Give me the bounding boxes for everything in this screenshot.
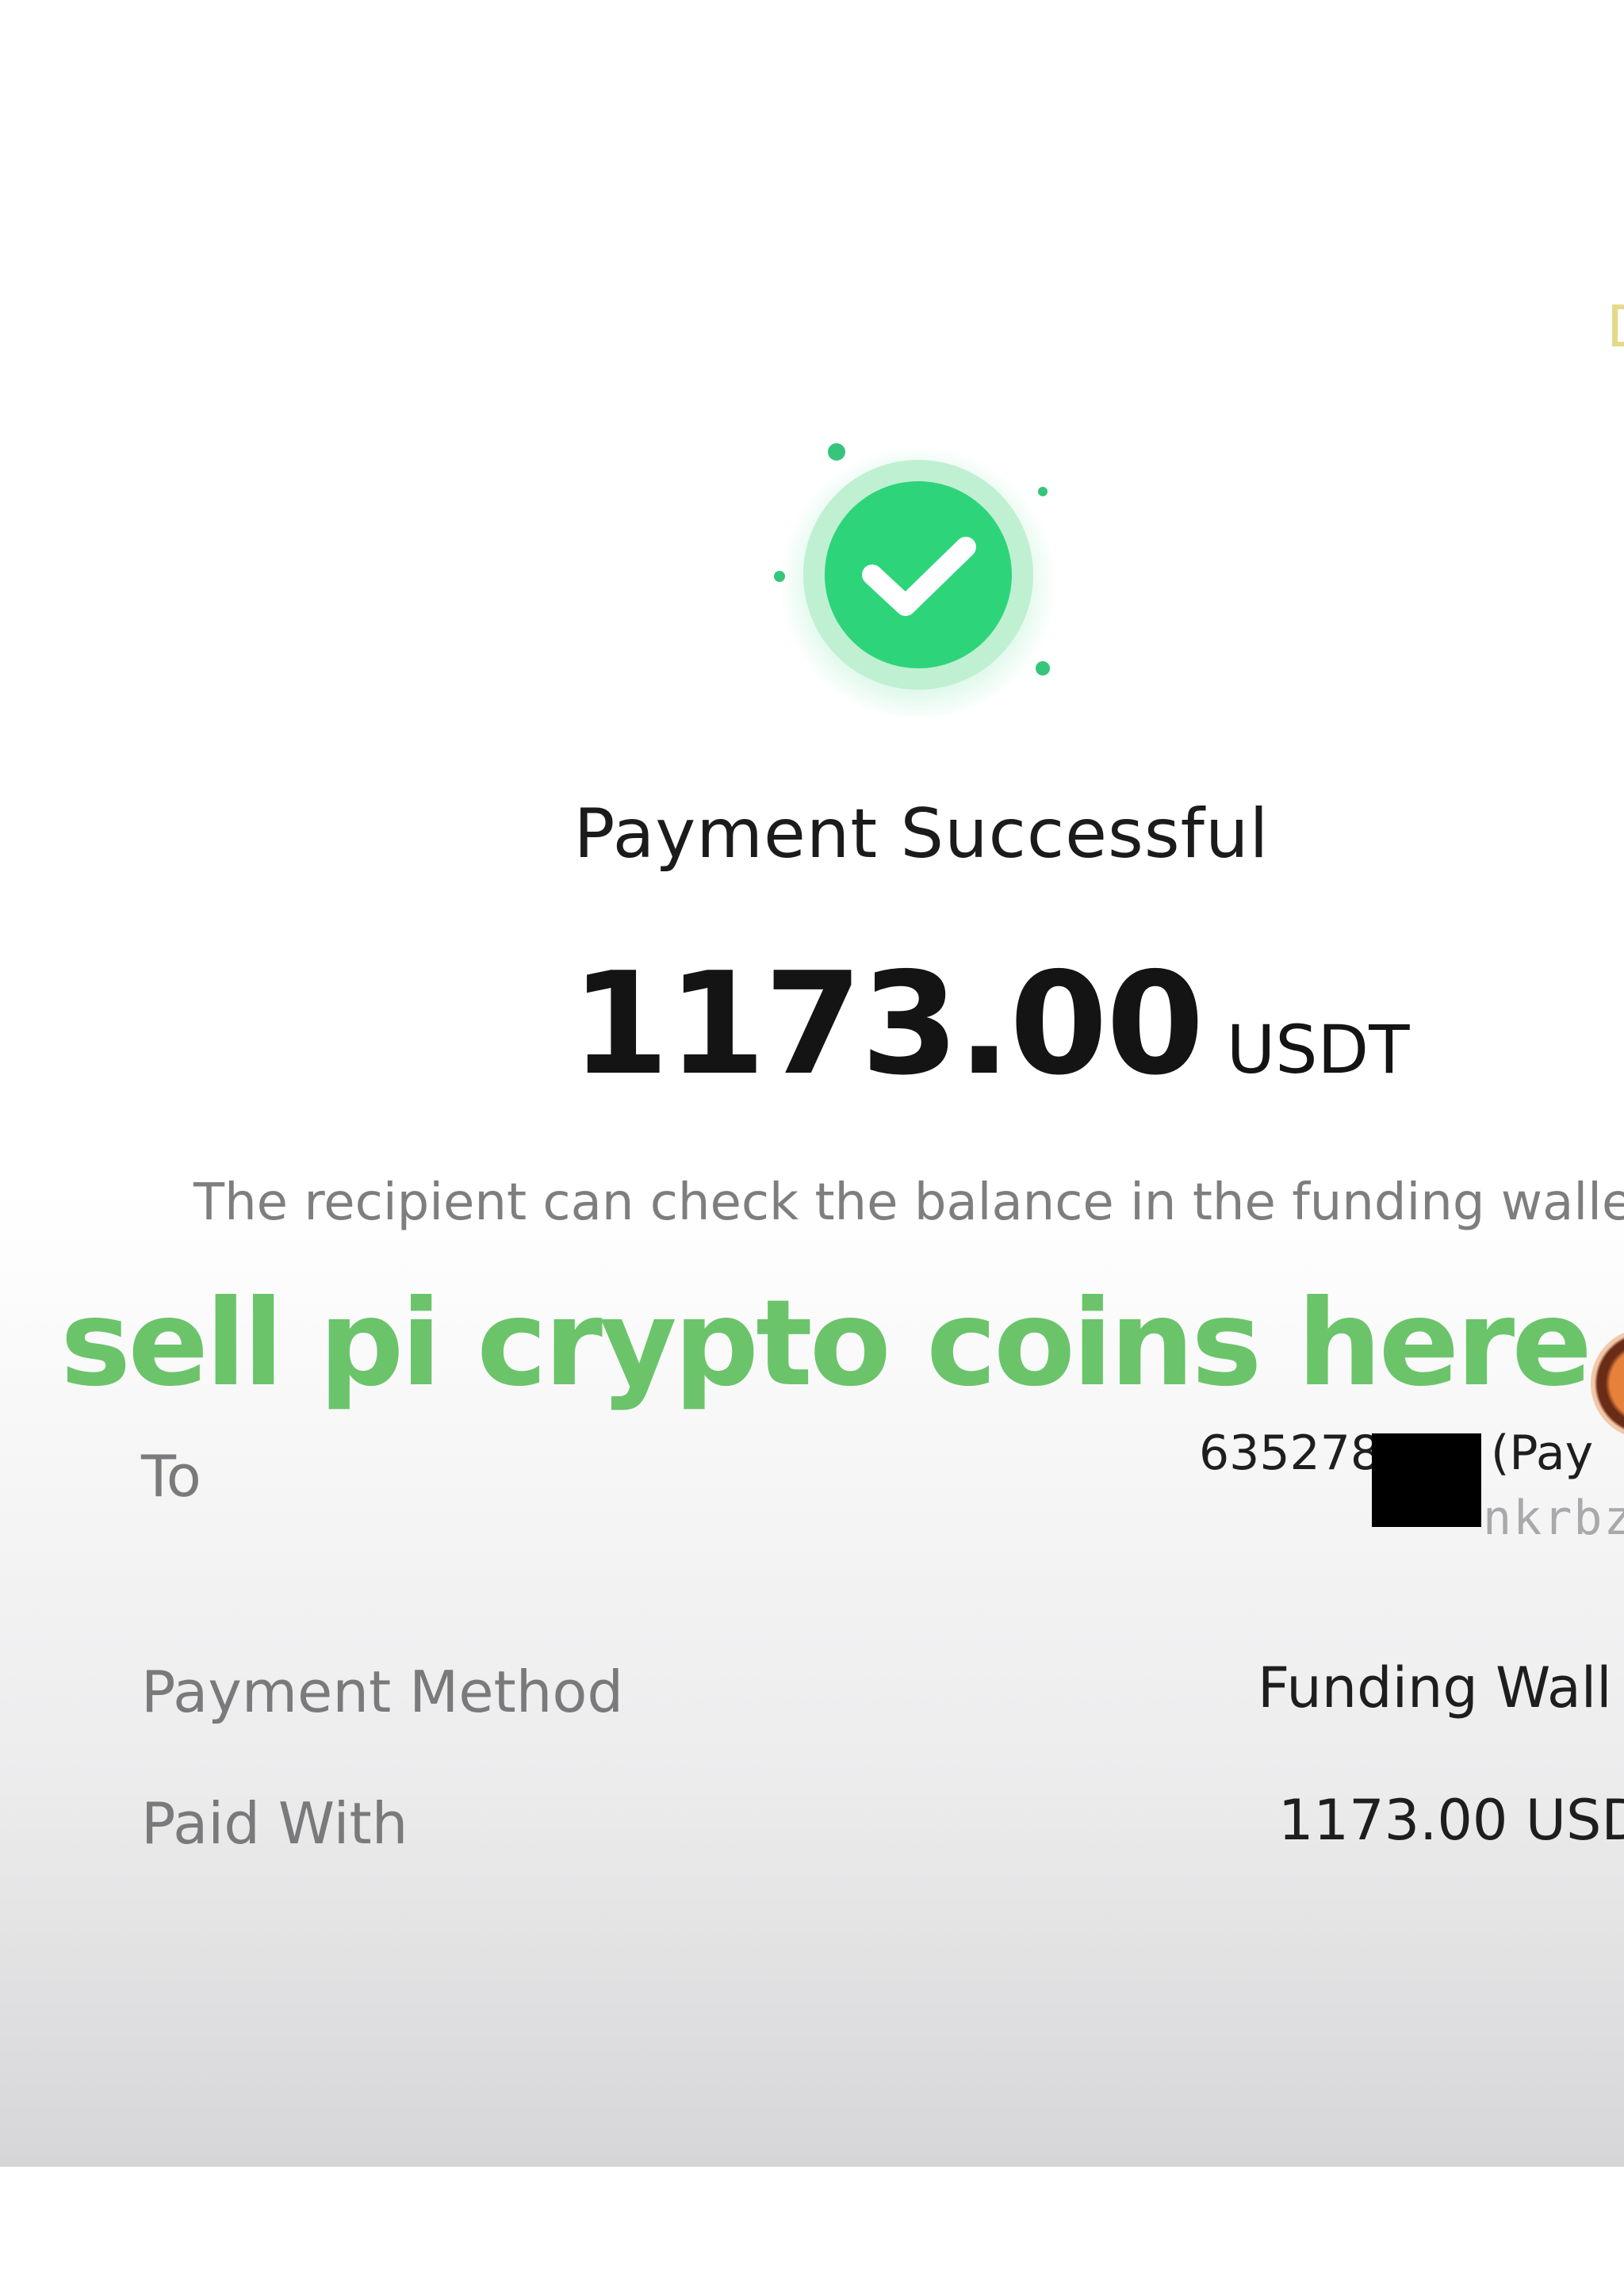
bottom-margin [0, 2167, 1624, 2296]
amount-currency: USDT [1226, 1011, 1410, 1089]
recipient-note: The recipient can check the balance in t… [193, 1173, 1624, 1232]
amount-value: 1173.00 [571, 942, 1205, 1106]
paid-with-value: 1173.00 USD [1278, 1788, 1624, 1853]
recipient-avatar [1591, 1328, 1624, 1439]
payment-status-title: Payment Successful [573, 794, 1270, 874]
paid-with-label: Paid With [141, 1790, 408, 1857]
success-check-icon [774, 440, 1057, 718]
payment-method-value: Funding Wall [1258, 1655, 1612, 1720]
edge-letter: D [1607, 293, 1624, 360]
payment-result-screen: D Payment Successful 1173.00 USDT The re… [0, 0, 1624, 2167]
overlay-caption: sell pi crypto coins here [60, 1275, 1592, 1413]
payment-method-label: Payment Method [141, 1659, 624, 1725]
to-value: 635278 [1199, 1425, 1381, 1481]
payment-amount: 1173.00 USDT [571, 942, 1410, 1106]
to-label: To [141, 1443, 201, 1510]
to-suffix: (Pay [1491, 1425, 1594, 1481]
redaction-box [1372, 1433, 1481, 1527]
to-subvalue: nkrbz [1483, 1490, 1624, 1546]
